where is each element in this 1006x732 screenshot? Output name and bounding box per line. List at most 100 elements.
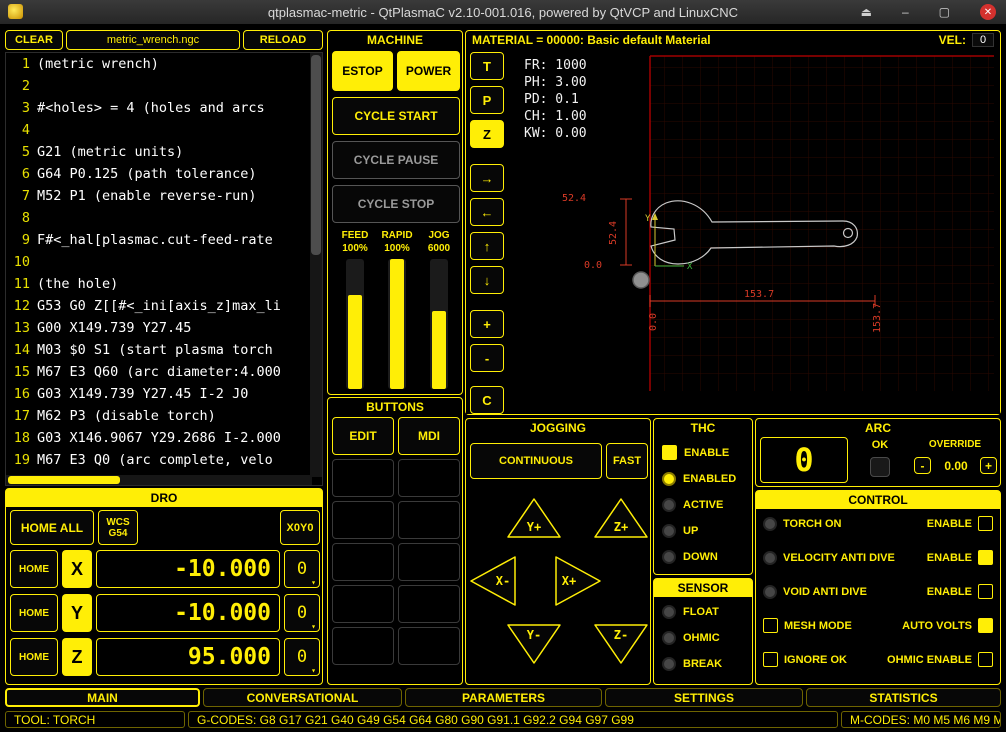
offset-select-y[interactable]: 0▾ [284,594,320,632]
svg-text:FR: 1000: FR: 1000 [524,58,587,73]
thc-enabled-led [662,472,676,486]
override-plus-button[interactable]: + [980,457,997,474]
gcode-line: 7M52 P1 (enable reverse-run) [6,185,322,207]
velocity-display: 0 [972,33,994,47]
jog-cluster: Y+ Z+ X- X+ Y- [466,483,652,686]
gcodes-status: G-CODES: G8 G17 G21 G40 G49 G54 G64 G80 … [188,711,838,728]
thc-led-row: ENABLED [654,472,752,486]
jog-y-plus-button[interactable]: Y+ [508,499,560,537]
feed-slider[interactable] [346,259,364,389]
override-minus-button[interactable]: - [914,457,931,474]
control-panel: CONTROL TORCH ON ENABLE VELOCITY ANTI DI… [755,490,1001,685]
cycle-pause-button[interactable]: CYCLE PAUSE [332,141,460,179]
control-row: VELOCITY ANTI DIVE ENABLE [756,550,1000,565]
control-row: VOID ANTI DIVE ENABLE [756,584,1000,599]
pan-left-button[interactable]: ← [470,198,504,226]
shade-button[interactable]: ⏏ [861,0,872,24]
jog-slider[interactable] [430,259,448,389]
home-all-button[interactable]: HOME ALL [10,510,94,545]
maximize-button[interactable]: ▢ [939,0,950,24]
home-z-button[interactable]: HOME [10,638,58,676]
wcs-button[interactable]: WCSG54 [98,510,138,545]
zero-xy-button[interactable]: X0Y0 [280,510,320,545]
jog-x-plus-button[interactable]: X+ [556,557,600,605]
material-label[interactable]: MATERIAL = 00000: Basic default Material [472,33,711,47]
gcode-line: 15M67 E3 Q60 (arc diameter:4.000 [6,361,322,383]
scrollbar-thumb[interactable] [8,476,120,484]
preview-canvas[interactable]: FR: 1000 PH: 3.00 PD: 0.1 CH: 1.00 KW: 0… [466,49,1000,414]
view-p-button[interactable]: P [470,86,504,114]
custom-button-slot [398,501,460,539]
arc-ok-led [870,457,890,477]
mesh-mode-checkbox[interactable] [763,618,778,633]
minimize-button[interactable]: – [902,0,909,24]
home-x-button[interactable]: HOME [10,550,58,588]
gcode-viewer[interactable]: 1(metric wrench) 2 3#<holes> = 4 (holes … [5,52,323,486]
view-t-button[interactable]: T [470,52,504,80]
control-row: MESH MODE AUTO VOLTS [756,618,1000,633]
zoom-in-button[interactable]: + [470,310,504,338]
buttons-header: BUTTONS [328,398,462,416]
velocity-anti-dive-checkbox[interactable] [978,550,993,565]
custom-button-slot [332,543,394,581]
scrollbar-thumb[interactable] [311,55,321,255]
override-value: 0.00 [934,459,978,473]
jog-z-plus-button[interactable]: Z+ [595,499,647,537]
mdi-button[interactable]: MDI [398,417,460,455]
jog-y-minus-button[interactable]: Y- [508,625,560,663]
pan-up-button[interactable]: ↑ [470,232,504,260]
clear-button[interactable]: CLEAR [5,30,63,50]
cut-stats-overlay: FR: 1000 PH: 3.00 PD: 0.1 CH: 1.00 KW: 0… [524,58,587,141]
zoom-out-button[interactable]: - [470,344,504,372]
fast-button[interactable]: FAST [606,443,648,479]
axis-select-y[interactable]: Y [62,594,92,632]
edit-button[interactable]: EDIT [332,417,394,455]
reload-button[interactable]: RELOAD [243,30,323,50]
tab-conversational[interactable]: CONVERSATIONAL [203,688,402,707]
estop-button[interactable]: ESTOP [332,51,393,91]
axis-select-z[interactable]: Z [62,638,92,676]
tab-main[interactable]: MAIN [5,688,200,707]
ignore-ok-checkbox[interactable] [763,652,778,667]
cycle-start-button[interactable]: CYCLE START [332,97,460,135]
continuous-button[interactable]: CONTINUOUS [470,443,602,479]
sensor-header: SENSOR [654,579,752,597]
clear-plot-button[interactable]: C [470,386,504,414]
axis-select-x[interactable]: X [62,550,92,588]
thc-led-row: UP [654,524,752,538]
offset-select-x[interactable]: 0▾ [284,550,320,588]
cycle-stop-button[interactable]: CYCLE STOP [332,185,460,223]
gcode-horizontal-scrollbar[interactable] [6,475,312,485]
custom-button-slot [398,585,460,623]
override-label: OVERRIDE [911,439,999,450]
custom-button-slot [398,459,460,497]
tab-statistics[interactable]: STATISTICS [806,688,1001,707]
home-y-button[interactable]: HOME [10,594,58,632]
power-button[interactable]: POWER [397,51,460,91]
svg-text:X: X [687,262,693,272]
thc-enable-checkbox[interactable] [662,445,677,460]
ohmic-enable-checkbox[interactable] [978,652,993,667]
gcode-line: 12G53 G0 Z[[#<_ini[axis_z]max_li [6,295,322,317]
gcode-vertical-scrollbar[interactable] [310,53,322,477]
auto-volts-checkbox[interactable] [978,618,993,633]
close-button[interactable]: ✕ [980,4,996,20]
void-anti-dive-checkbox[interactable] [978,584,993,599]
tab-settings[interactable]: SETTINGS [605,688,803,707]
pan-down-button[interactable]: ↓ [470,266,504,294]
jog-x-minus-button[interactable]: X- [471,557,515,605]
offset-select-z[interactable]: 0▾ [284,638,320,676]
gcode-line: 9F#<_hal[plasmac.cut-feed-rate [6,229,322,251]
pan-right-button[interactable]: → [470,164,504,192]
gcode-line: 3#<holes> = 4 (holes and arcs [6,97,322,119]
status-bar: TOOL: TORCH G-CODES: G8 G17 G21 G40 G49 … [5,711,1001,728]
arc-panel: ARC 0 OK OVERRIDE - 0.00 + [755,418,1001,487]
view-z-button[interactable]: Z [470,120,504,148]
jog-z-minus-button[interactable]: Z- [595,625,647,663]
torch-enable-checkbox[interactable] [978,516,993,531]
break-led [662,657,676,671]
rapid-slider[interactable] [388,259,406,389]
jogging-header: JOGGING [466,419,650,437]
svg-text:52.4: 52.4 [608,221,619,245]
tab-parameters[interactable]: PARAMETERS [405,688,602,707]
